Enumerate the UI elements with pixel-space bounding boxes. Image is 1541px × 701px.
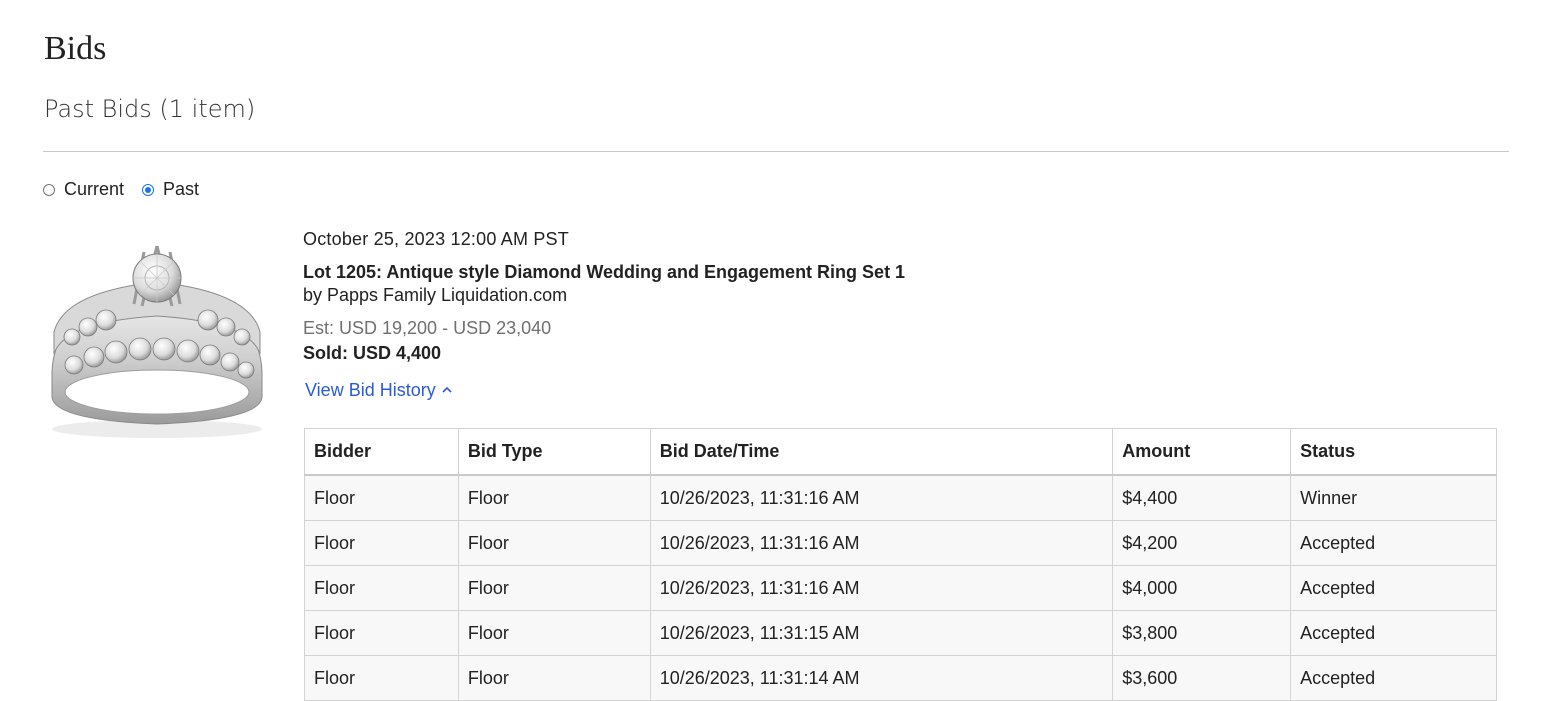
table-row: Floor Floor 10/26/2023, 11:31:16 AM $4,0…	[304, 565, 1497, 611]
cell-bidder: Floor	[304, 520, 459, 566]
cell-bid-type: Floor	[457, 474, 651, 521]
col-bid-datetime: Bid Date/Time	[649, 428, 1114, 476]
lot-estimate: Est: USD 19,200 - USD 23,040	[303, 318, 552, 338]
cell-status: Accepted	[1290, 610, 1497, 656]
cell-bidder: Floor	[304, 474, 459, 521]
cell-status: Accepted	[1290, 565, 1497, 611]
filter-past[interactable]: Past	[142, 179, 199, 200]
lot-image[interactable]	[44, 232, 270, 444]
sold-label: Sold:	[303, 343, 348, 363]
table-row: Floor Floor 10/26/2023, 11:31:15 AM $3,8…	[304, 610, 1497, 656]
col-bidder: Bidder	[304, 428, 459, 476]
cell-amount: $3,800	[1112, 610, 1292, 656]
radio-past[interactable]	[142, 183, 155, 196]
cell-bidder: Floor	[304, 565, 459, 611]
col-bid-type: Bid Type	[457, 428, 651, 476]
radio-current[interactable]	[43, 183, 55, 196]
table-header-row: Bidder Bid Type Bid Date/Time Amount Sta…	[304, 428, 1497, 476]
lot-details: October 25, 2023 12:00 AM PST Lot 1205: …	[303, 226, 1503, 402]
cell-bid-type: Floor	[457, 565, 651, 611]
col-amount: Amount	[1112, 428, 1292, 476]
page-subtitle: Past Bids (1 item)	[44, 95, 256, 123]
cell-status: Winner	[1290, 474, 1497, 521]
cell-bid-datetime: 10/26/2023, 11:31:16 AM	[649, 474, 1114, 521]
cell-amount: $4,400	[1112, 474, 1292, 521]
cell-amount: $3,600	[1112, 655, 1292, 701]
view-bid-history-link[interactable]: View Bid History	[305, 378, 452, 402]
cell-amount: $4,000	[1112, 565, 1292, 611]
table-row: Floor Floor 10/26/2023, 11:31:16 AM $4,4…	[304, 474, 1497, 521]
auction-date: October 25, 2023 12:00 AM PST	[303, 229, 569, 249]
bid-history-table: Bidder Bid Type Bid Date/Time Amount Sta…	[304, 428, 1497, 701]
col-status: Status	[1290, 428, 1497, 476]
sold-value: USD 4,400	[353, 343, 442, 363]
lot-seller[interactable]: by Papps Family Liquidation.com	[303, 283, 1503, 307]
cell-bidder: Floor	[304, 610, 459, 656]
table-row: Floor Floor 10/26/2023, 11:31:16 AM $4,2…	[304, 520, 1497, 566]
filter-current[interactable]: Current	[43, 179, 124, 200]
lot-sold: Sold: USD 4,400	[303, 340, 1503, 366]
diamond-ring-image	[51, 245, 263, 438]
cell-amount: $4,200	[1112, 520, 1292, 566]
cell-bid-datetime: 10/26/2023, 11:31:16 AM	[649, 565, 1114, 611]
table-row: Floor Floor 10/26/2023, 11:31:14 AM $3,6…	[304, 655, 1497, 701]
cell-bid-datetime: 10/26/2023, 11:31:16 AM	[649, 520, 1114, 566]
filter-past-label: Past	[163, 179, 200, 199]
cell-status: Accepted	[1290, 520, 1497, 566]
filter-current-label: Current	[64, 179, 125, 199]
cell-bid-type: Floor	[457, 610, 651, 656]
view-bid-history-label: View Bid History	[305, 380, 436, 400]
lot-title[interactable]: Lot 1205: Antique style Diamond Wedding …	[303, 261, 1503, 283]
cell-status: Accepted	[1290, 655, 1497, 701]
cell-bid-datetime: 10/26/2023, 11:31:14 AM	[649, 655, 1114, 701]
cell-bidder: Floor	[304, 655, 459, 701]
cell-bid-type: Floor	[457, 655, 651, 701]
bids-page: Bids Past Bids (1 item) Current Past Oct…	[0, 0, 1541, 701]
cell-bid-type: Floor	[457, 520, 651, 566]
page-title: Bids	[44, 30, 107, 67]
divider	[43, 151, 1509, 152]
cell-bid-datetime: 10/26/2023, 11:31:15 AM	[649, 610, 1114, 656]
chevron-up-icon	[442, 377, 452, 401]
bid-filter: Current Past	[43, 179, 217, 200]
